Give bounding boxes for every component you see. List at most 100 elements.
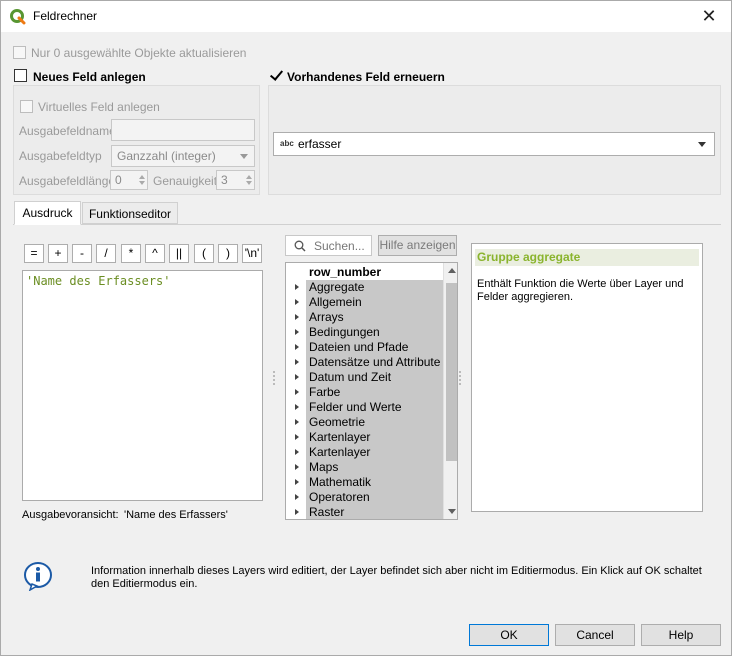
spin-up-icon [246, 175, 252, 179]
existing-field-value: erfasser [298, 137, 342, 151]
scrollbar[interactable] [443, 263, 457, 519]
cancel-button[interactable]: Cancel [555, 624, 635, 646]
output-type-value: Ganzzahl (integer) [117, 149, 216, 163]
output-name-label: Ausgabefeldname [19, 124, 116, 138]
tree-item[interactable]: Aggregate [286, 280, 443, 295]
tree-item[interactable]: Dateien und Pfade [286, 340, 443, 355]
expand-arrow-icon[interactable] [295, 344, 299, 350]
window-title: Feldrechner [33, 9, 98, 23]
output-length-value: 0 [115, 173, 122, 187]
tree-item[interactable]: Felder und Werte [286, 400, 443, 415]
operator-minus-button[interactable]: - [72, 244, 92, 263]
new-field-label: Neues Feld anlegen [33, 70, 146, 84]
expand-arrow-icon[interactable] [295, 314, 299, 320]
tree-item[interactable]: Allgemein [286, 295, 443, 310]
tree-item-label: row_number [309, 265, 382, 279]
operator-equals-button[interactable]: = [24, 244, 44, 263]
expression-editor[interactable]: 'Name des Erfassers' [22, 270, 263, 501]
splitter-handle[interactable] [273, 371, 275, 385]
tree-item-label: Maps [309, 460, 339, 474]
tree-item[interactable]: Raster [286, 505, 443, 519]
spin-up-icon [139, 175, 145, 179]
new-field-checkbox[interactable] [14, 69, 27, 82]
tree-item-label: Operatoren [309, 490, 370, 504]
tree-item[interactable]: Operatoren [286, 490, 443, 505]
tree-item[interactable]: Datum und Zeit [286, 370, 443, 385]
scroll-down-icon[interactable] [448, 509, 456, 514]
tree-item-label: Mathematik [309, 475, 372, 489]
close-icon[interactable]: ✕ [687, 1, 731, 32]
operator-multiply-button[interactable]: * [121, 244, 141, 263]
operator-concat-button[interactable]: || [169, 244, 189, 263]
output-name-field[interactable] [111, 119, 255, 141]
operator-plus-button[interactable]: + [48, 244, 68, 263]
output-type-combo[interactable]: Ganzzahl (integer) [111, 145, 255, 167]
tree-item[interactable]: row_number [286, 265, 443, 280]
show-help-button[interactable]: Hilfe anzeigen [378, 235, 457, 256]
tree-item-label: Farbe [309, 385, 341, 399]
operator-divide-button[interactable]: / [96, 244, 116, 263]
expand-arrow-icon[interactable] [295, 374, 299, 380]
precision-spinbox[interactable]: 3 [216, 170, 255, 190]
operator-close-paren-button[interactable]: ) [218, 244, 238, 263]
tree-item[interactable]: Bedingungen [286, 325, 443, 340]
expand-arrow-icon[interactable] [295, 464, 299, 470]
info-icon [24, 562, 52, 591]
function-tree[interactable]: row_number Aggregate Allgemein Arrays Beding… [285, 262, 458, 520]
operator-open-paren-button[interactable]: ( [194, 244, 214, 263]
output-preview-value: 'Name des Erfassers' [124, 509, 228, 521]
virtual-field-checkbox[interactable] [20, 100, 33, 113]
tree-item[interactable]: Kartenlayer [286, 430, 443, 445]
splitter-handle[interactable] [459, 371, 461, 385]
expand-arrow-icon[interactable] [295, 329, 299, 335]
expand-arrow-icon[interactable] [295, 434, 299, 440]
info-message: Information innerhalb dieses Layers wird… [91, 565, 702, 590]
chevron-down-icon [240, 154, 248, 159]
text-field-type-icon: abc [280, 139, 294, 148]
help-body: Enthält Funktion die Werte über Layer un… [477, 278, 684, 303]
operator-power-button[interactable]: ^ [145, 244, 165, 263]
tree-item[interactable]: Datensätze und Attribute [286, 355, 443, 370]
expand-arrow-icon[interactable] [295, 479, 299, 485]
tree-item-label: Aggregate [309, 280, 365, 294]
help-button[interactable]: Help [641, 624, 721, 646]
tree-item[interactable]: Farbe [286, 385, 443, 400]
scrollbar-thumb[interactable] [446, 283, 457, 461]
tree-item-label: Bedingungen [309, 325, 380, 339]
expand-arrow-icon[interactable] [295, 284, 299, 290]
tree-item[interactable]: Geometrie [286, 415, 443, 430]
tree-item-label: Raster [309, 505, 345, 519]
tree-item-label: Felder und Werte [309, 400, 402, 414]
tree-item-label: Dateien und Pfade [309, 340, 409, 354]
output-length-label: Ausgabefeldlänge [19, 174, 116, 188]
expand-arrow-icon[interactable] [295, 299, 299, 305]
expand-arrow-icon[interactable] [295, 449, 299, 455]
expand-arrow-icon[interactable] [295, 389, 299, 395]
expand-arrow-icon[interactable] [295, 419, 299, 425]
tab-function-editor[interactable]: Funktionseditor [82, 202, 178, 224]
qgis-logo-icon [10, 9, 26, 25]
update-field-checkbox[interactable] [269, 69, 282, 82]
tree-item[interactable]: Maps [286, 460, 443, 475]
tree-item[interactable]: Mathematik [286, 475, 443, 490]
chevron-down-icon [698, 142, 706, 147]
tab-expression[interactable]: Ausdruck [14, 201, 81, 225]
expand-arrow-icon[interactable] [295, 509, 299, 515]
expand-arrow-icon[interactable] [295, 359, 299, 365]
only-selected-checkbox[interactable] [13, 46, 26, 59]
tree-item-label: Arrays [309, 310, 344, 324]
ok-button[interactable]: OK [469, 624, 549, 646]
expand-arrow-icon[interactable] [295, 404, 299, 410]
expand-arrow-icon[interactable] [295, 494, 299, 500]
operator-newline-button[interactable]: '\n' [242, 244, 262, 263]
tree-item[interactable]: Arrays [286, 310, 443, 325]
output-type-label: Ausgabefeldtyp [19, 149, 102, 163]
function-search-input[interactable]: Suchen... [285, 235, 372, 256]
existing-field-combo[interactable]: abc erfasser [273, 132, 715, 156]
scroll-up-icon[interactable] [448, 268, 456, 273]
tree-item-label: Kartenlayer [309, 430, 371, 444]
spin-down-icon [139, 181, 145, 185]
precision-label: Genauigkeit [153, 174, 218, 188]
output-length-spinbox[interactable]: 0 [110, 170, 148, 190]
tree-item[interactable]: Kartenlayer [286, 445, 443, 460]
